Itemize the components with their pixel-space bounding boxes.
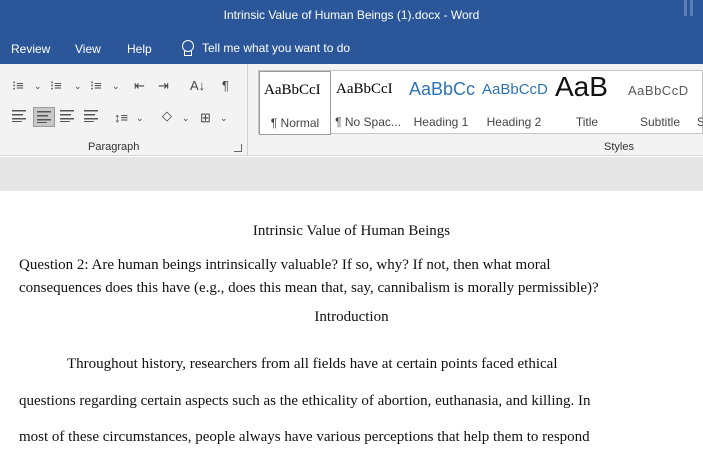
ribbon: ⁝≡ ⌄ ⁝≡ ⌄ ⁝≡ ⌄ ⇤ ⇥ A↓ ¶ ↕≡ ⌄ ◇ ⌄ ⊞ ⌄ Par… [0,64,703,156]
style-preview: AaBbCc [409,79,476,99]
chevron-down-icon[interactable]: ⌄ [220,110,228,126]
lightbulb-icon [180,40,194,56]
style-name: Heading 1 [413,115,469,129]
style-normal[interactable]: AaBbCcI ¶ Normal [259,71,331,135]
style-preview: AaBbCcD [482,81,548,98]
style-subtitle[interactable]: AaBbCcD Subtitle [624,71,696,135]
pilcrow-icon[interactable]: ¶ [222,78,229,94]
chevron-down-icon[interactable]: ⌄ [112,78,120,94]
justify-icon[interactable] [33,107,55,127]
title-bar: Intrinsic Value of Human Beings (1).docx… [0,0,703,34]
chevron-down-icon[interactable]: ⌄ [182,110,190,126]
tell-me-label: Tell me what you want to do [202,41,351,55]
styles-gallery: AaBbCcI ¶ Normal AaBbCcI ¶ No Spac... Aa… [258,70,703,135]
line-spacing-icon[interactable]: ↕≡ [114,110,128,126]
dialog-launcher-icon[interactable] [234,144,242,152]
paragraph-group-label: Paragraph [88,141,140,153]
align-center-icon[interactable] [60,110,74,126]
borders-icon[interactable]: ⊞ [200,110,211,126]
tell-me-box[interactable]: Tell me what you want to do [180,40,350,56]
style-heading-1[interactable]: AaBbCc Heading 1 [405,71,477,135]
style-no-spacing[interactable]: AaBbCcI ¶ No Spac... [332,71,404,135]
menu-view[interactable]: View [75,42,101,56]
sort-icon[interactable]: A↓ [190,78,205,94]
style-preview: AaBbCcD [628,83,689,98]
menu-review[interactable]: Review [11,42,50,56]
align-right-icon[interactable] [84,110,98,126]
decrease-indent-icon[interactable]: ⇤ [134,78,145,94]
style-name: ¶ Normal [270,116,320,130]
increase-indent-icon[interactable]: ⇥ [158,78,169,94]
style-name: Title [575,115,599,129]
document-page[interactable]: Intrinsic Value of Human Beings Question… [0,191,703,461]
styles-group-label: Styles [604,141,634,153]
style-partial[interactable]: S [697,71,703,135]
style-preview: AaBbCcI [264,82,321,98]
paragraph-group: ⁝≡ ⌄ ⁝≡ ⌄ ⁝≡ ⌄ ⇤ ⇥ A↓ ¶ ↕≡ ⌄ ◇ ⌄ ⊞ ⌄ Par… [0,64,248,156]
menu-bar: Review View Help Tell me what you want t… [0,34,703,64]
body-line-3: most of these circumstances, people alwa… [19,429,590,445]
style-name: S [697,115,703,129]
style-preview: AaBbCcI [336,81,393,97]
style-name: Heading 2 [486,115,542,129]
window-controls[interactable] [681,0,697,18]
shading-icon[interactable]: ◇ [162,108,172,124]
chevron-down-icon[interactable]: ⌄ [74,78,82,94]
style-title[interactable]: AaB Title [551,71,623,135]
style-heading-2[interactable]: AaBbCcD Heading 2 [478,71,550,135]
document-title: Intrinsic Value of Human Beings [252,223,451,239]
question-line-2: consequences does this have (e.g., does … [19,280,599,296]
menu-help[interactable]: Help [127,42,152,56]
bullets-icon[interactable]: ⁝≡ [12,78,24,94]
numbering-icon[interactable]: ⁝≡ [50,78,62,94]
style-name: Subtitle [639,115,681,129]
body-line-2: questions regarding certain aspects such… [19,393,591,409]
question-line-1: Question 2: Are human beings intrinsical… [19,257,551,273]
chevron-down-icon[interactable]: ⌄ [136,110,144,126]
body-line-1: Throughout history, researchers from all… [67,356,558,372]
window-title: Intrinsic Value of Human Beings (1).docx… [223,8,480,22]
document-background [0,157,703,191]
multilevel-list-icon[interactable]: ⁝≡ [90,78,102,94]
section-heading: Introduction [314,309,389,325]
align-left-icon[interactable] [12,110,26,126]
style-name: ¶ No Spac... [335,115,401,129]
chevron-down-icon[interactable]: ⌄ [34,78,42,94]
style-preview: AaB [555,71,608,102]
